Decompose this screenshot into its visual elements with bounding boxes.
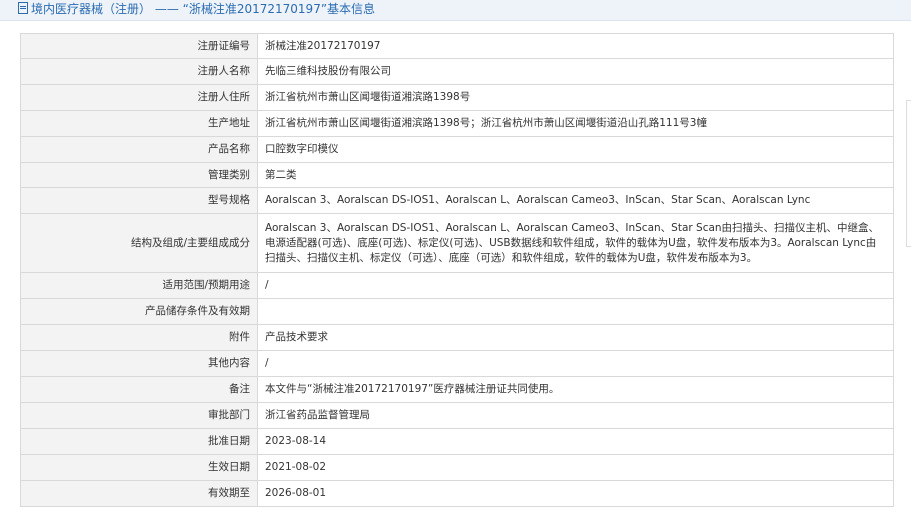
header-title-row: 境内医疗器械（注册） —— “浙械注准20172170197”基本信息 — [18, 1, 375, 18]
row-value: 2023-08-14 — [257, 428, 894, 455]
table-row: 备注 本文件与“浙械注准20172170197”医疗器械注册证共同使用。 — [20, 376, 894, 403]
row-value: 浙江省杭州市萧山区闻堰街道湘滨路1398号；浙江省杭州市萧山区闻堰街道沿山孔路1… — [257, 110, 894, 137]
table-row: 生效日期 2021-08-02 — [20, 454, 894, 481]
table-row: 产品名称 口腔数字印模仪 — [20, 136, 894, 163]
row-value — [257, 298, 894, 325]
row-label: 注册证编号 — [20, 33, 258, 59]
table-row: 生产地址 浙江省杭州市萧山区闻堰街道湘滨路1398号；浙江省杭州市萧山区闻堰街道… — [20, 110, 894, 137]
page-title: 境内医疗器械（注册） —— “浙械注准20172170197”基本信息 — [31, 2, 376, 16]
row-value: 先临三维科技股份有限公司 — [257, 58, 894, 85]
row-label: 适用范围/预期用途 — [20, 272, 258, 299]
table-row: 注册证编号 浙械注准20172170197 — [20, 33, 894, 59]
row-value: 2026-08-01 — [257, 480, 894, 507]
row-label: 备注 — [20, 376, 258, 403]
table-row: 型号规格 Aoralscan 3、Aoralscan DS-IOS1、Aoral… — [20, 187, 894, 214]
row-value: 产品技术要求 — [257, 324, 894, 351]
table-row: 其他内容 / — [20, 350, 894, 377]
row-label: 生产地址 — [20, 110, 258, 137]
table-row: 注册人住所 浙江省杭州市萧山区闻堰街道湘滨路1398号 — [20, 84, 894, 111]
row-value: 本文件与“浙械注准20172170197”医疗器械注册证共同使用。 — [257, 376, 894, 403]
row-label: 产品储存条件及有效期 — [20, 298, 258, 325]
table-row: 适用范围/预期用途 / — [20, 272, 894, 299]
table-row: 注册人名称 先临三维科技股份有限公司 — [20, 58, 894, 85]
table-row: 管理类别 第二类 — [20, 162, 894, 188]
row-label: 附件 — [20, 324, 258, 351]
table-row: 附件 产品技术要求 — [20, 324, 894, 351]
row-label: 审批部门 — [20, 402, 258, 429]
row-value: / — [257, 272, 894, 299]
row-value: 浙械注准20172170197 — [257, 33, 894, 59]
table-row: 结构及组成/主要组成成分 Aoralscan 3、Aoralscan DS-IO… — [20, 213, 894, 273]
row-label: 注册人住所 — [20, 84, 258, 111]
table-row: 批准日期 2023-08-14 — [20, 428, 894, 455]
row-value: Aoralscan 3、Aoralscan DS-IOS1、Aoralscan … — [257, 187, 894, 214]
row-label: 有效期至 — [20, 480, 258, 507]
row-label: 型号规格 — [20, 187, 258, 214]
page-header: 境内医疗器械（注册） —— “浙械注准20172170197”基本信息 — [0, 0, 911, 21]
row-value: / — [257, 350, 894, 377]
table-row: 有效期至 2026-08-01 — [20, 480, 894, 507]
side-toolbar-tab[interactable] — [906, 100, 911, 247]
row-label: 结构及组成/主要组成成分 — [20, 213, 258, 273]
row-value: 2021-08-02 — [257, 454, 894, 481]
info-table: 注册证编号 浙械注准20172170197 注册人名称 先临三维科技股份有限公司… — [20, 33, 894, 507]
row-label: 管理类别 — [20, 162, 258, 188]
table-row: 审批部门 浙江省药品监督管理局 — [20, 402, 894, 429]
row-value: 第二类 — [257, 162, 894, 188]
row-label: 产品名称 — [20, 136, 258, 163]
row-value: 浙江省杭州市萧山区闻堰街道湘滨路1398号 — [257, 84, 894, 111]
detail-panel: 注册证编号 浙械注准20172170197 注册人名称 先临三维科技股份有限公司… — [0, 21, 911, 513]
row-label: 其他内容 — [20, 350, 258, 377]
row-label: 批准日期 — [20, 428, 258, 455]
row-value: 浙江省药品监督管理局 — [257, 402, 894, 429]
table-row: 产品储存条件及有效期 — [20, 298, 894, 325]
row-value: Aoralscan 3、Aoralscan DS-IOS1、Aoralscan … — [257, 213, 894, 273]
row-value: 口腔数字印模仪 — [257, 136, 894, 163]
row-label: 注册人名称 — [20, 58, 258, 85]
document-icon — [18, 2, 28, 14]
row-label: 生效日期 — [20, 454, 258, 481]
